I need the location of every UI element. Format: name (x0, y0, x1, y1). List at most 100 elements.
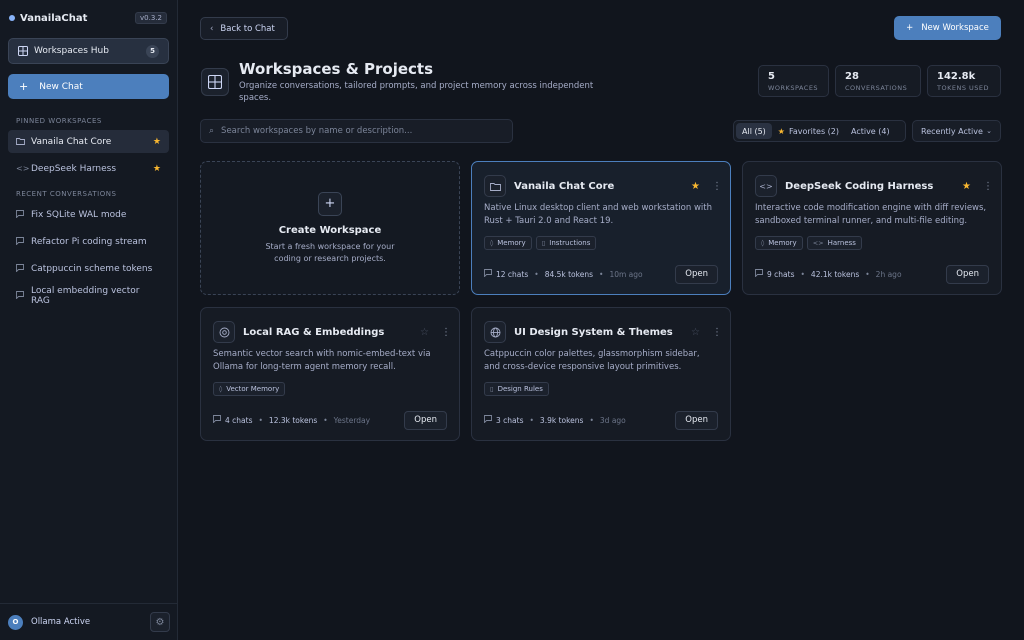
filter-favorites[interactable]: ★ Favorites (2) (772, 123, 845, 139)
recent-item-label: Catppuccin scheme tokens (31, 263, 153, 274)
last-active: 2h ago (875, 269, 902, 279)
more-options-icon[interactable]: ⋮ (712, 327, 722, 338)
chat-bubble-icon (484, 269, 492, 279)
more-options-icon[interactable]: ⋮ (712, 181, 722, 192)
star-outline-icon[interactable]: ☆ (420, 327, 429, 338)
back-to-chat-button[interactable]: ‹ Back to Chat (200, 17, 288, 40)
settings-button[interactable]: ⚙ (150, 612, 170, 632)
workspace-tag: ◊ Memory (484, 236, 532, 250)
stat-conversations: 28 CONVERSATIONS (835, 65, 921, 97)
tag-label: Vector Memory (226, 385, 280, 393)
open-button[interactable]: Open (946, 264, 989, 284)
workspace-tag: ▯ Design Rules (484, 382, 549, 396)
pinned-item-label: Vanaila Chat Core (31, 136, 112, 147)
workspace-tag: ◊ Memory (755, 236, 803, 250)
open-button[interactable]: Open (675, 410, 718, 430)
page-subtitle: Organize conversations, tailored prompts… (239, 81, 594, 103)
page-title: Workspaces & Projects (239, 60, 433, 78)
workspace-tag: ▯ Instructions (535, 236, 597, 250)
folder-icon (484, 175, 506, 197)
workspace-card[interactable]: <> DeepSeek Coding Harness ★ ⋮ Interacti… (742, 161, 1002, 295)
token-count: 42.1k tokens (810, 269, 860, 279)
target-icon (213, 321, 235, 343)
stat-workspaces: 5 WORKSPACES (758, 65, 829, 97)
workspace-meta: 3 chats • 3.9k tokens • 3d ago (484, 415, 675, 425)
status-dot-icon (9, 15, 15, 21)
workspace-card[interactable]: Vanaila Chat Core ★ ⋮ Native Linux deskt… (471, 161, 731, 295)
workspace-description: Interactive code modification engine wit… (755, 203, 987, 226)
chat-bubble-icon (755, 269, 763, 279)
stat-label: TOKENS USED (937, 84, 990, 92)
globe-icon (484, 321, 506, 343)
memory-icon: ◊ (490, 239, 494, 247)
grid-icon (18, 46, 28, 56)
workspace-meta: 9 chats • 42.1k tokens • 2h ago (755, 269, 946, 279)
more-options-icon[interactable]: ⋮ (441, 327, 451, 338)
recent-item[interactable]: Fix SQLite WAL mode (8, 203, 169, 226)
version-badge: v0.3.2 (135, 12, 167, 24)
last-active: 10m ago (609, 269, 643, 279)
gear-icon: ⚙ (155, 616, 165, 628)
chat-count: 9 chats (767, 269, 795, 279)
recent-item[interactable]: Refactor Pi coding stream (8, 230, 169, 253)
workspaces-hub-button[interactable]: Workspaces Hub 5 (8, 38, 169, 64)
filter-all[interactable]: All (5) (736, 123, 772, 139)
search-icon: ⌕ (209, 126, 215, 136)
recent-item-label: Refactor Pi coding stream (31, 236, 147, 247)
chat-bubble-icon (484, 415, 492, 425)
recent-item-label: Fix SQLite WAL mode (31, 209, 127, 220)
memory-icon: ◊ (219, 385, 223, 393)
last-active: 3d ago (599, 415, 626, 425)
chat-count: 12 chats (496, 269, 529, 279)
pinned-heading: PINNED WORKSPACES (16, 117, 102, 125)
open-button[interactable]: Open (404, 410, 447, 430)
new-chat-button[interactable]: + New Chat (8, 74, 169, 99)
tag-label: Memory (768, 239, 797, 247)
last-active: Yesterday (333, 415, 371, 425)
filter-tabs: All (5) ★ Favorites (2) Active (4) (733, 120, 906, 142)
open-button[interactable]: Open (675, 264, 718, 284)
workspace-tag: ◊ Vector Memory (213, 382, 286, 396)
workspaces-hub-label: Workspaces Hub (34, 46, 109, 56)
more-options-icon[interactable]: ⋮ (983, 181, 993, 192)
pinned-item-deepseek-harness[interactable]: <> DeepSeek Harness ★ (8, 157, 169, 180)
chat-bubble-icon (16, 209, 25, 220)
chat-count: 3 chats (496, 415, 524, 425)
recent-item[interactable]: Local embedding vector RAG (8, 284, 169, 307)
sidebar: VanailaChat v0.3.2 Workspaces Hub 5 + Ne… (0, 0, 178, 640)
workspace-meta: 4 chats • 12.3k tokens • Yesterday (213, 415, 404, 425)
search-input[interactable] (221, 126, 502, 136)
token-count: 12.3k tokens (268, 415, 318, 425)
recent-item[interactable]: Catppuccin scheme tokens (8, 257, 169, 280)
filter-favorites-label: Favorites (2) (788, 126, 839, 136)
workspace-card[interactable]: UI Design System & Themes ☆ ⋮ Catppuccin… (471, 307, 731, 441)
sidebar-header: VanailaChat v0.3.2 (9, 11, 167, 25)
new-workspace-button[interactable]: + New Workspace (894, 16, 1001, 40)
sort-label: Recently Active (921, 126, 983, 136)
recent-item-label: Local embedding vector RAG (31, 285, 140, 306)
star-icon[interactable]: ★ (153, 164, 161, 174)
star-icon[interactable]: ★ (962, 181, 971, 192)
back-to-chat-label: Back to Chat (220, 23, 275, 34)
memory-icon: ◊ (761, 239, 765, 247)
sort-dropdown[interactable]: Recently Active ⌄ (912, 120, 1001, 142)
stat-value: 5 (768, 71, 775, 82)
star-icon[interactable]: ★ (691, 181, 700, 192)
token-count: 3.9k tokens (539, 415, 584, 425)
create-workspace-card[interactable]: + Create Workspace Start a fresh workspa… (200, 161, 460, 295)
workspace-description: Catppuccin color palettes, glassmorphism… (484, 349, 700, 372)
token-count: 84.5k tokens (544, 269, 593, 279)
plus-icon: + (19, 80, 29, 93)
workspace-description: Native Linux desktop client and web work… (484, 203, 713, 226)
workspaces-count-badge: 5 (146, 44, 159, 58)
star-icon[interactable]: ★ (153, 137, 161, 147)
star-outline-icon[interactable]: ☆ (691, 327, 700, 338)
code-icon: <> (755, 175, 777, 197)
filter-active[interactable]: Active (4) (845, 123, 896, 139)
workspace-name: Vanaila Chat Core (514, 180, 615, 192)
pinned-item-vanaila-chat-core[interactable]: Vanaila Chat Core ★ (8, 130, 169, 153)
chat-count: 4 chats (225, 415, 253, 425)
avatar[interactable]: O (8, 614, 23, 630)
workspace-card[interactable]: Local RAG & Embeddings ☆ ⋮ Semantic vect… (200, 307, 460, 441)
pinned-item-label: DeepSeek Harness (31, 163, 117, 174)
